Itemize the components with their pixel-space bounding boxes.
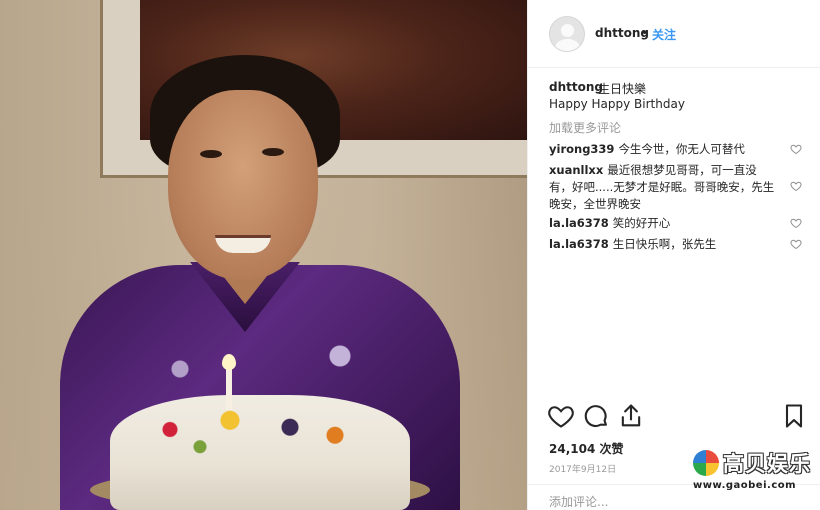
right-eye: [262, 148, 284, 156]
caption-subtitle: Happy Happy Birthday: [549, 97, 685, 111]
bookmark-icon[interactable]: [780, 402, 808, 430]
post-photo[interactable]: [0, 0, 527, 510]
add-comment-input[interactable]: [549, 495, 799, 509]
watermark-logo-icon: [693, 450, 719, 476]
action-bar: [528, 402, 820, 438]
load-more-comments-link[interactable]: 加载更多评论: [549, 119, 621, 136]
watermark-url: www.gaobei.com: [693, 480, 797, 491]
comment-like-heart-icon[interactable]: [790, 180, 802, 192]
post-side-panel: dhttong • 关注 dhttong 生日快樂 Happy Happy Bi…: [527, 0, 820, 510]
share-icon[interactable]: [617, 402, 645, 430]
comment-username[interactable]: la.la6378: [549, 237, 609, 251]
comment-item: yirong339 今生今世，你无人可替代: [549, 141, 779, 158]
comment-bubble-icon[interactable]: [582, 402, 610, 430]
comment-text: 笑的好开心: [612, 216, 671, 230]
comment-username[interactable]: la.la6378: [549, 216, 609, 230]
avatar-head: [561, 24, 574, 37]
comment-item: la.la6378 生日快乐啊，张先生: [549, 236, 779, 253]
caption-username[interactable]: dhttong: [549, 80, 603, 94]
post-date: 2017年9月12日: [549, 465, 617, 475]
follow-button[interactable]: 关注: [652, 26, 676, 43]
comment-item: xuanllxx 最近很想梦见哥哥，可一直没有，好吧.....无梦才是好眠。哥哥晚…: [549, 162, 779, 213]
post-header: dhttong • 关注: [528, 0, 820, 68]
separator-dot: •: [641, 26, 649, 40]
left-eye: [200, 150, 222, 158]
comment-text: 生日快乐啊，张先生: [612, 237, 717, 251]
watermark-title: 高贝娱乐: [723, 451, 811, 476]
caption-title: 生日快樂: [598, 82, 647, 96]
avatar-body: [555, 39, 580, 51]
candle-flame: [222, 354, 236, 370]
comment-username[interactable]: yirong339: [549, 142, 614, 156]
comment-like-heart-icon[interactable]: [790, 238, 802, 250]
heart-icon[interactable]: [547, 402, 575, 430]
comment-username[interactable]: xuanllxx: [549, 163, 603, 177]
watermark: 高贝娱乐 www.gaobei.com: [693, 446, 813, 496]
avatar[interactable]: [549, 16, 585, 52]
comment-text: 今生今世，你无人可替代: [618, 142, 745, 156]
comment-like-heart-icon[interactable]: [790, 143, 802, 155]
comment-item: la.la6378 笑的好开心: [549, 215, 779, 232]
like-count[interactable]: 24,104 次赞: [549, 440, 624, 457]
comment-like-heart-icon[interactable]: [790, 217, 802, 229]
candle: [226, 366, 232, 410]
birthday-cake: [110, 395, 410, 510]
